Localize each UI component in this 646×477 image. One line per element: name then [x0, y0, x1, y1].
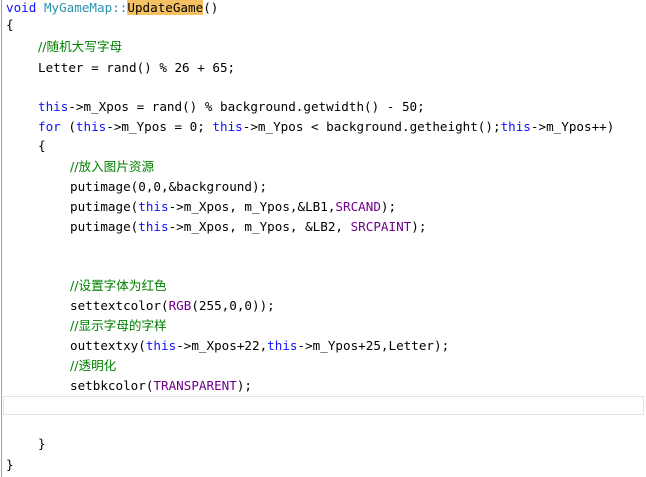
code-fragment: putimage(	[70, 219, 139, 234]
statement: putimage(0,0,&background);	[70, 179, 268, 194]
code-line-10: putimage(0,0,&background);	[70, 177, 267, 197]
macro-srcand: SRCAND	[335, 199, 381, 214]
macro-rgb: RGB	[168, 298, 192, 313]
code-fragment: ->m_Ypos < background.getheight();	[242, 119, 501, 134]
code-fragment: );	[380, 199, 397, 214]
keyword-this: this	[75, 119, 107, 134]
keyword-this: this	[38, 99, 69, 114]
close-brace: }	[38, 436, 46, 451]
keyword-this: this	[138, 219, 169, 234]
code-fragment: settextcolor(	[70, 298, 169, 313]
macro-srcpaint: SRCPAINT	[350, 219, 412, 234]
code-line-23: }	[38, 434, 46, 454]
scope-operator: ::	[112, 0, 128, 15]
code-fragment: (	[60, 119, 76, 134]
code-line-16: settextcolor(RGB(255,0,0));	[70, 296, 275, 316]
code-fragment: ->m_Ypos = 0;	[106, 119, 213, 134]
code-line-8: {	[38, 136, 46, 156]
code-line-17: //显示字母的字样	[70, 316, 167, 336]
comment: //放入图片资源	[70, 159, 155, 174]
keyword-this: this	[145, 338, 177, 353]
code-fragment: setbkcolor(	[70, 378, 154, 393]
code-line-1: void MyGameMap::UpdateGame()	[6, 0, 218, 18]
highlighted-function-name[interactable]: UpdateGame	[127, 0, 204, 15]
keyword-this: this	[267, 338, 298, 353]
code-line-12: putimage(this->m_Xpos, m_Ypos, &LB2, SRC…	[70, 217, 426, 237]
code-editor[interactable]: void MyGameMap::UpdateGame() { //随机大写字母 …	[0, 0, 646, 477]
code-fragment: ->m_Ypos+25,Letter);	[297, 338, 450, 353]
open-brace: {	[38, 138, 46, 153]
comment: //透明化	[70, 358, 117, 373]
code-fragment: ->m_Xpos+22,	[176, 338, 268, 353]
code-fragment: putimage(	[70, 199, 139, 214]
macro-transparent: TRANSPARENT	[153, 378, 237, 393]
statement: ->m_Xpos = rand() % background.getwidth(…	[68, 99, 425, 114]
code-fragment: );	[236, 378, 252, 393]
code-line-15: //设置字体为红色	[70, 276, 167, 296]
keyword-this: this	[212, 119, 243, 134]
keyword-for: for	[38, 119, 61, 134]
code-line-11: putimage(this->m_Xpos, m_Ypos,&LB1,SRCAN…	[70, 197, 396, 217]
close-brace: }	[6, 457, 14, 472]
keyword-this: this	[500, 119, 531, 134]
code-fragment: ->m_Ypos++)	[530, 119, 615, 134]
code-fragment: (255,0,0));	[191, 298, 275, 313]
code-line-24: }	[6, 455, 14, 475]
code-line-18: outtextxy(this->m_Xpos+22,this->m_Ypos+2…	[70, 336, 449, 356]
fold-margin	[1, 0, 2, 477]
keyword-this: this	[138, 199, 169, 214]
code-line-4: Letter = rand() % 26 + 65;	[38, 58, 235, 78]
comment: //显示字母的字样	[70, 318, 167, 333]
code-line-7: for (this->m_Ypos = 0; this->m_Ypos < ba…	[38, 117, 614, 137]
code-line-9: //放入图片资源	[70, 157, 154, 177]
code-fragment: ->m_Xpos, m_Ypos, &LB2,	[168, 219, 351, 234]
statement: Letter = rand() % 26 + 65;	[38, 60, 236, 75]
code-fragment: ->m_Xpos, m_Ypos,&LB1,	[168, 199, 336, 214]
code-line-20: setbkcolor(TRANSPARENT);	[70, 376, 252, 396]
comment: //随机大写字母	[38, 39, 123, 54]
params: ()	[203, 0, 219, 15]
code-fragment: );	[411, 219, 427, 234]
current-line-highlight	[3, 396, 644, 415]
keyword-void: void	[6, 0, 37, 15]
code-line-3: //随机大写字母	[38, 37, 122, 57]
code-fragment: outtextxy(	[70, 338, 146, 353]
code-line-19: //透明化	[70, 356, 116, 376]
code-line-2: {	[6, 15, 14, 35]
comment: //设置字体为红色	[70, 278, 167, 293]
open-brace: {	[6, 17, 14, 32]
code-line-6: this->m_Xpos = rand() % background.getwi…	[38, 97, 425, 117]
class-name: MyGameMap	[43, 0, 113, 15]
